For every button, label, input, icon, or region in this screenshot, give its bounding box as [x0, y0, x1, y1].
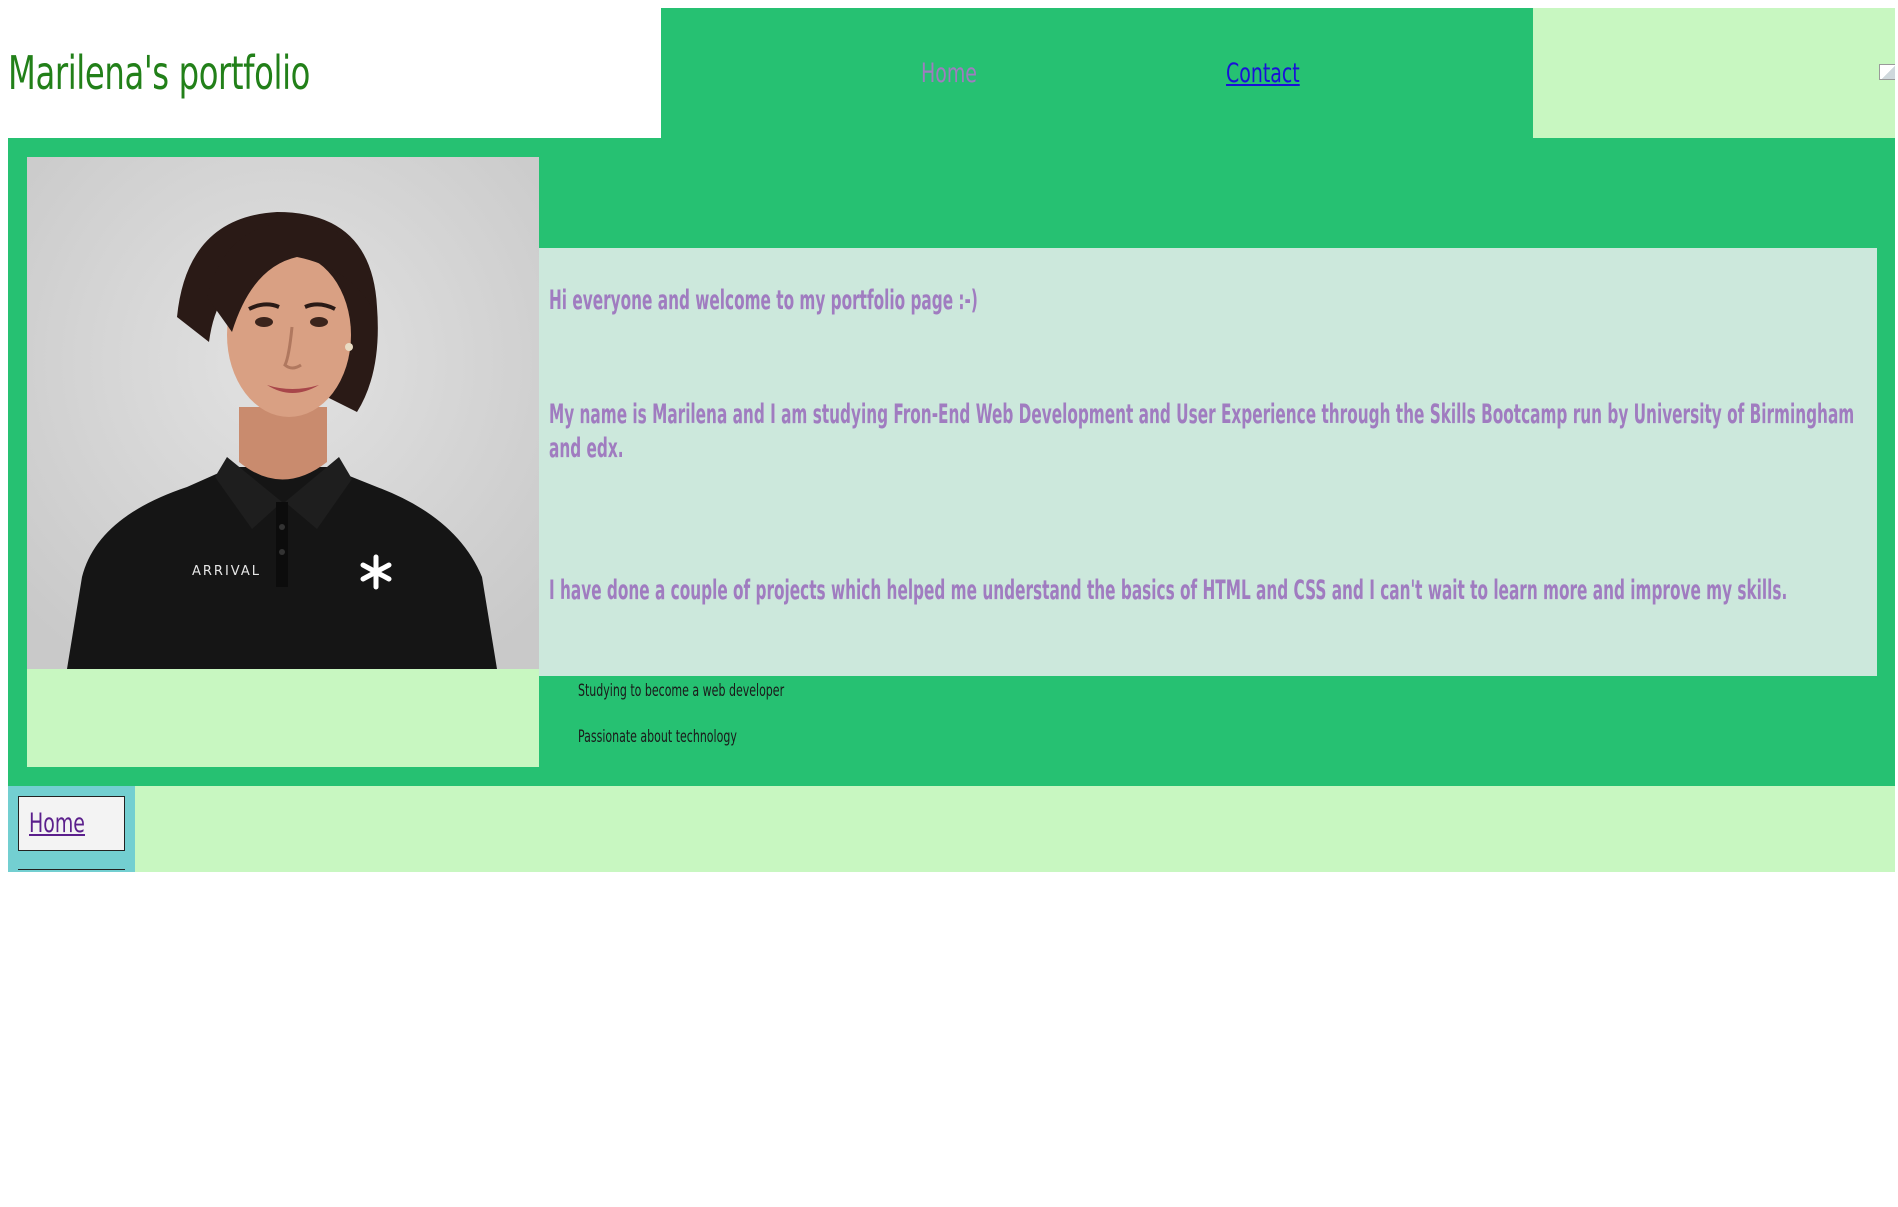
- footer-navigation: Home: [8, 786, 135, 872]
- intro-box: Hi everyone and welcome to my portfolio …: [539, 248, 1877, 676]
- nav-contact-link[interactable]: Contact: [1226, 8, 1300, 138]
- intro-welcome-text: Hi everyone and welcome to my portfolio …: [549, 285, 978, 316]
- header-image-container: [1533, 8, 1895, 138]
- footer-nav-next-item[interactable]: [18, 869, 125, 872]
- profile-column: ARRIVAL: [27, 157, 539, 767]
- site-title: Marilena's portfolio: [8, 46, 311, 100]
- trait-item: Studying to become a web developer: [578, 681, 785, 701]
- trait-item: Passionate about technology: [578, 727, 737, 747]
- traits-list: Studying to become a web developer Passi…: [578, 668, 864, 760]
- profile-photo: ARRIVAL: [27, 157, 539, 669]
- broken-image-icon: [1879, 64, 1895, 80]
- nav-home-link[interactable]: Home: [921, 8, 977, 138]
- main-section: ARRIVAL Hi everyone and welcome to my po…: [8, 138, 1895, 786]
- footer-home-button[interactable]: Home: [18, 796, 125, 851]
- intro-name-text: My name is Marilena and I am studying Fr…: [549, 399, 1855, 464]
- svg-text:ARRIVAL: ARRIVAL: [192, 564, 261, 579]
- title-block: Marilena's portfolio: [8, 8, 661, 138]
- intro-projects-text: I have done a couple of projects which h…: [549, 575, 1788, 606]
- top-navigation: Home Contact: [661, 8, 1533, 138]
- portrait-illustration: ARRIVAL: [27, 157, 539, 669]
- footer-bar: Home: [8, 786, 1895, 872]
- footer-home-label: Home: [29, 808, 85, 839]
- site-header: Marilena's portfolio Home Contact: [8, 8, 1895, 138]
